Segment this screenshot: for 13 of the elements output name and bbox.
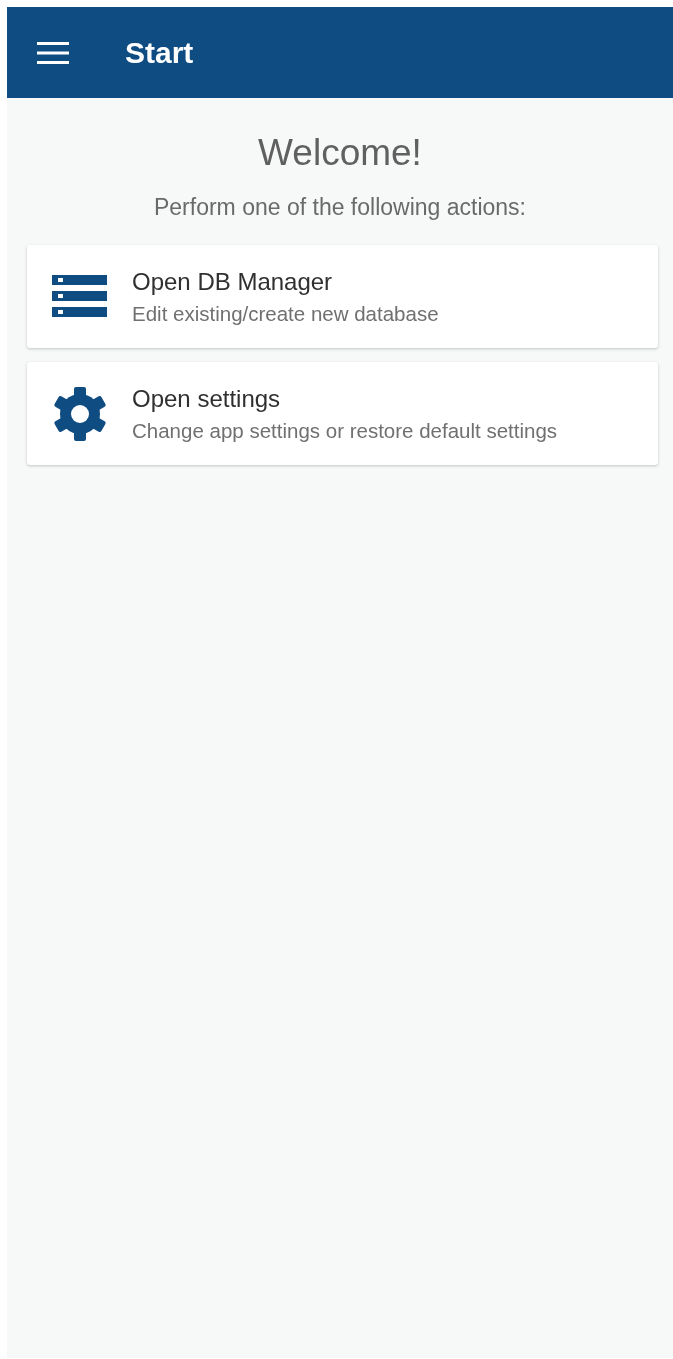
welcome-heading: Welcome!	[257, 132, 423, 174]
action-title: Open settings	[132, 384, 282, 413]
settings-icon	[52, 386, 108, 441]
instruction-text: Perform one of the following actions:	[152, 194, 527, 221]
server-rack-icon	[52, 273, 108, 320]
menu-icon	[37, 41, 69, 64]
action-card[interactable]: Open DB Manager Edit existing/create new database	[27, 245, 658, 348]
menu-button[interactable]	[37, 41, 69, 64]
app-bar-title: Start	[125, 35, 194, 70]
action-description: Change app settings or restore default settings	[132, 418, 558, 443]
action-description: Edit existing/create new database	[132, 301, 439, 326]
action-card[interactable]: Open settings Change app settings or restore default settings	[27, 362, 658, 465]
action-title: Open DB Manager	[132, 267, 334, 296]
